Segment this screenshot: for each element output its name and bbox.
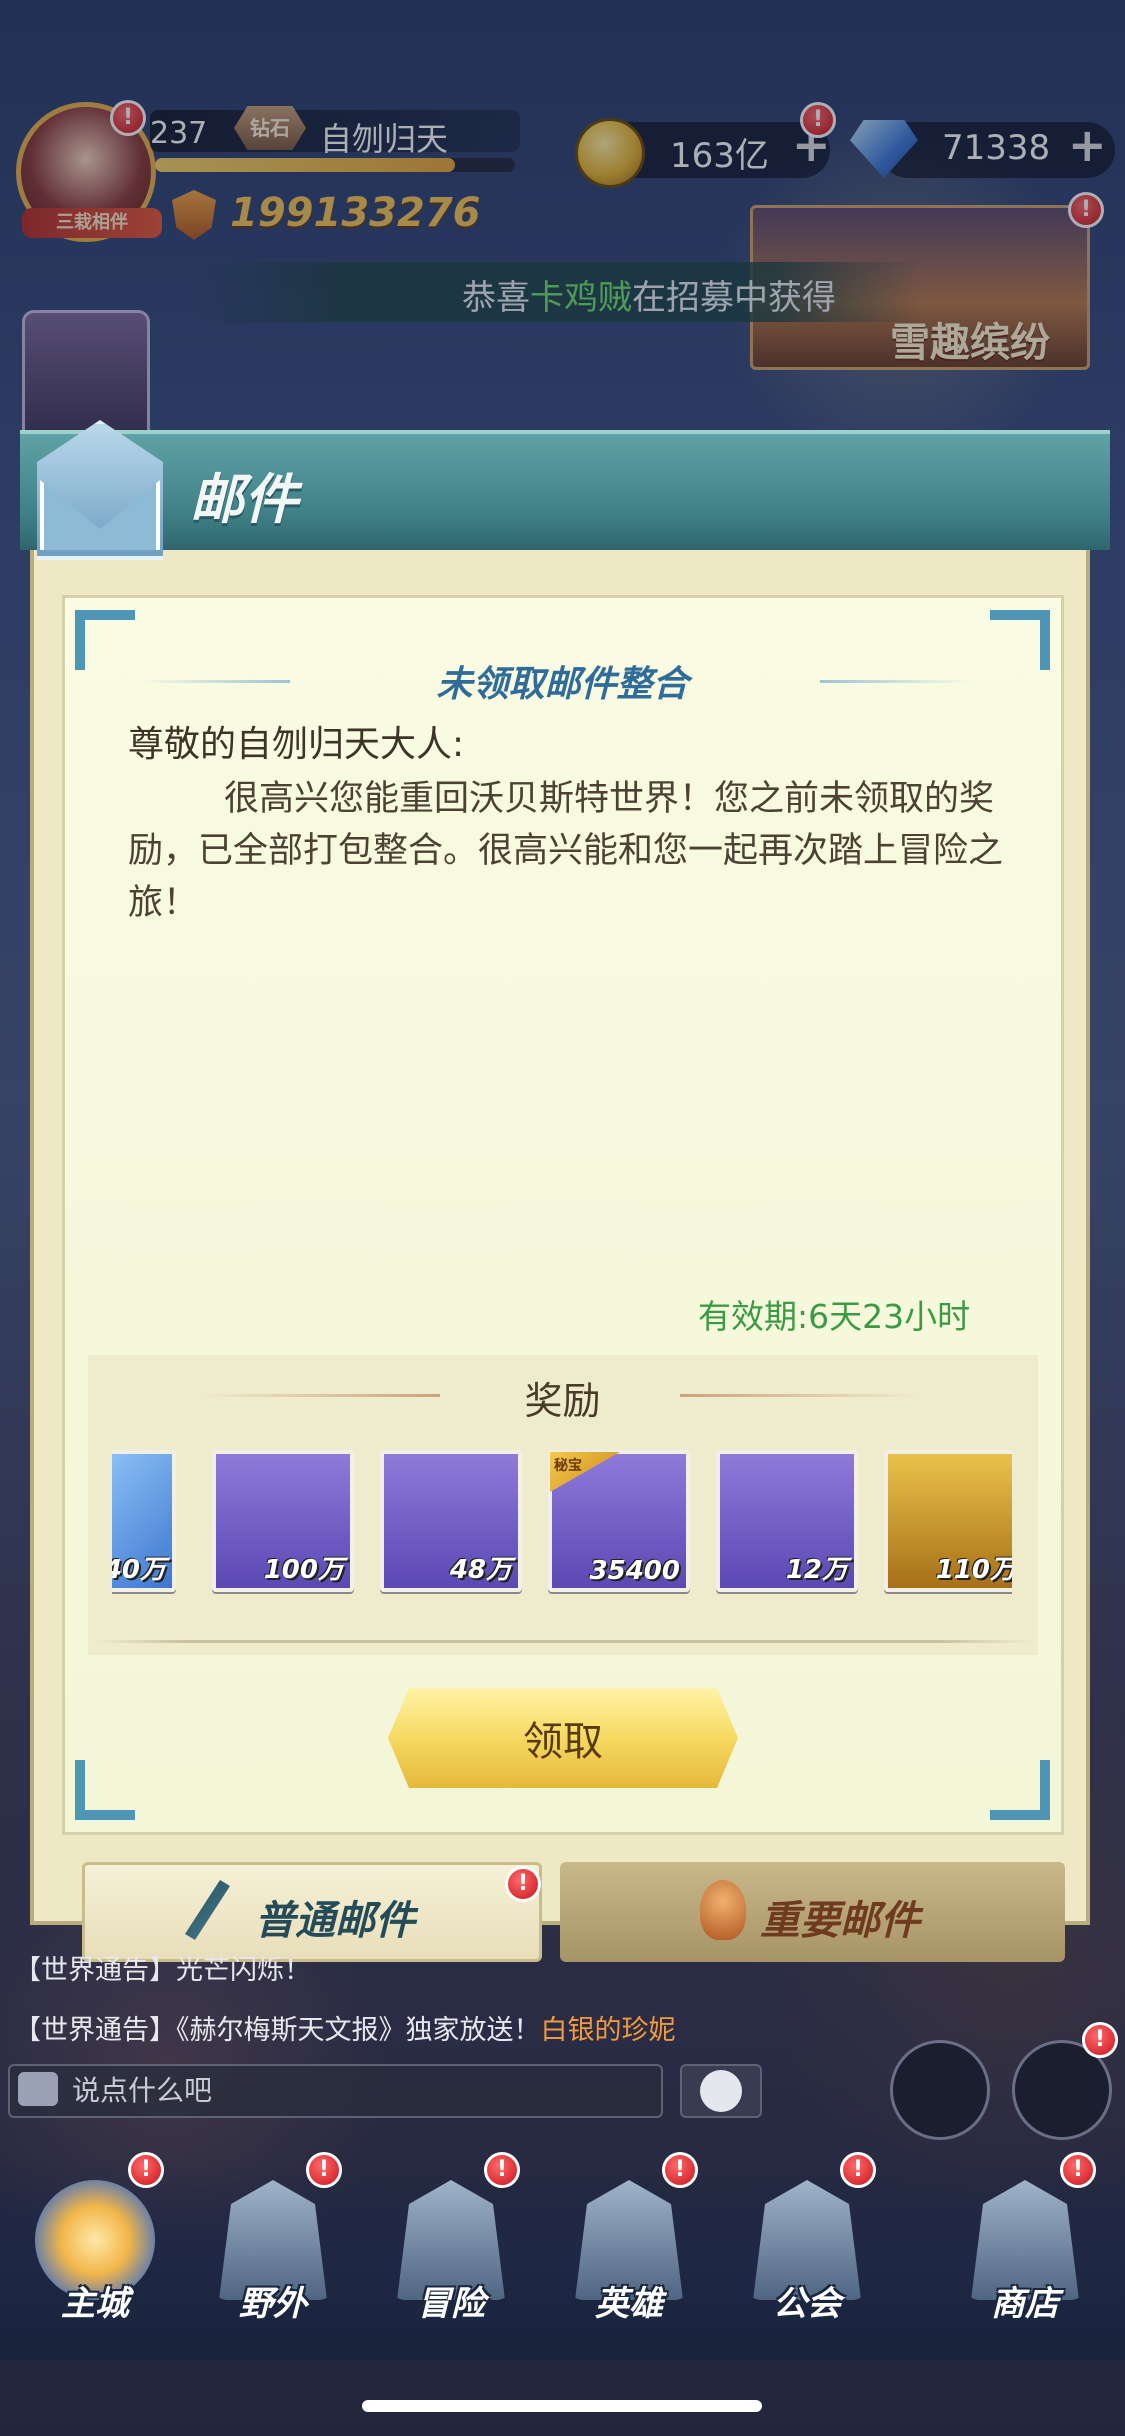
mail-validity: 有效期:6天23小时 bbox=[698, 1297, 971, 1336]
nav-alert-badge: ! bbox=[840, 2152, 876, 2188]
chat-channel: 【世界通告】 bbox=[14, 1955, 176, 1986]
reward-count: 100万 bbox=[263, 1555, 344, 1585]
normal-mail-alert-badge: ! bbox=[505, 1866, 541, 1902]
reward-item-emblem[interactable]: 48万 bbox=[380, 1450, 522, 1592]
claim-button[interactable]: 领取 bbox=[388, 1688, 738, 1788]
nav-label: 野外 bbox=[239, 2284, 307, 2324]
nav-label: 英雄 bbox=[595, 2284, 663, 2324]
reward-count: 35400 bbox=[589, 1556, 680, 1586]
nav-adventure[interactable]: 冒险 bbox=[376, 2180, 526, 2330]
nav-field[interactable]: 野外 bbox=[198, 2180, 348, 2330]
reward-item-emblem-small[interactable]: 12万 bbox=[716, 1450, 858, 1592]
reward-title: 奖励 bbox=[524, 1379, 601, 1423]
reward-item-list[interactable]: 40万 100万 48万 秘宝 35400 12万 110万 bbox=[112, 1450, 1012, 1600]
reward-count: 110万 bbox=[935, 1555, 1012, 1585]
reward-item-potion[interactable]: 100万 bbox=[212, 1450, 354, 1592]
mail-title: 邮件 bbox=[190, 468, 298, 531]
chat-line-2: 【世界通告】《赫尔梅斯天文报》独家放送！白银的珍妮 bbox=[14, 2008, 676, 2047]
mail-subject: 未领取邮件整合 bbox=[436, 664, 689, 705]
rare-badge: 秘宝 bbox=[550, 1452, 620, 1492]
nav-label: 公会 bbox=[773, 2284, 841, 2324]
reward-item-crest[interactable]: 110万 bbox=[884, 1450, 1012, 1592]
emoji-icon bbox=[700, 2070, 742, 2112]
reward-count: 40万 bbox=[112, 1555, 166, 1585]
reward-item-diamond[interactable]: 40万 bbox=[112, 1450, 176, 1592]
nav-shop[interactable]: 商店 bbox=[950, 2180, 1100, 2330]
reward-count: 12万 bbox=[785, 1555, 848, 1585]
nav-label: 冒险 bbox=[417, 2284, 485, 2324]
chat-bubble-icon bbox=[18, 2072, 58, 2106]
chat-line-1: 【世界通告】光芒闪烁！ bbox=[14, 1948, 311, 1987]
nav-label: 商店 bbox=[991, 2284, 1059, 2324]
mail-body: 很高兴您能重回沃贝斯特世界！您之前未领取的奖励，已全部打包整合。很高兴能和您一起… bbox=[128, 779, 1004, 923]
tab-important-label: 重要邮件 bbox=[760, 1898, 920, 1944]
chat-text: 光芒闪烁！ bbox=[176, 1955, 311, 1986]
chat-highlight: 白银的珍妮 bbox=[540, 2015, 676, 2046]
chat-text: 《赫尔梅斯天文报》独家放送！ bbox=[176, 2015, 541, 2046]
nav-alert-badge: ! bbox=[306, 2152, 342, 2188]
nav-alert-badge: ! bbox=[484, 2152, 520, 2188]
home-indicator[interactable] bbox=[362, 2400, 762, 2412]
ranking-podium-button[interactable] bbox=[890, 2040, 990, 2140]
nav-guild[interactable]: 公会 bbox=[732, 2180, 882, 2330]
nav-label: 主城 bbox=[61, 2284, 129, 2324]
mail-header bbox=[20, 430, 1110, 550]
backpack-alert-badge: ! bbox=[1082, 2022, 1118, 2058]
mail-greeting: 尊敬的自刎归天大人: bbox=[128, 724, 465, 765]
tab-normal-label: 普通邮件 bbox=[255, 1898, 415, 1944]
chat-channel: 【世界通告】 bbox=[14, 2015, 176, 2046]
reward-item-emblem-rare[interactable]: 秘宝 35400 bbox=[548, 1450, 690, 1592]
chat-input[interactable]: 说点什么吧 bbox=[8, 2064, 663, 2118]
nav-alert-badge: ! bbox=[128, 2152, 164, 2188]
corner-ornament-br bbox=[990, 1760, 1050, 1820]
reward-divider bbox=[92, 1640, 1032, 1643]
nav-alert-badge: ! bbox=[1060, 2152, 1096, 2188]
nav-main-city[interactable]: 主城 bbox=[20, 2180, 170, 2330]
corner-ornament-bl bbox=[75, 1760, 135, 1820]
lightbulb-icon bbox=[700, 1880, 746, 1940]
nav-alert-badge: ! bbox=[662, 2152, 698, 2188]
nav-heroes[interactable]: 英雄 bbox=[554, 2180, 704, 2330]
reward-count: 48万 bbox=[449, 1555, 512, 1585]
